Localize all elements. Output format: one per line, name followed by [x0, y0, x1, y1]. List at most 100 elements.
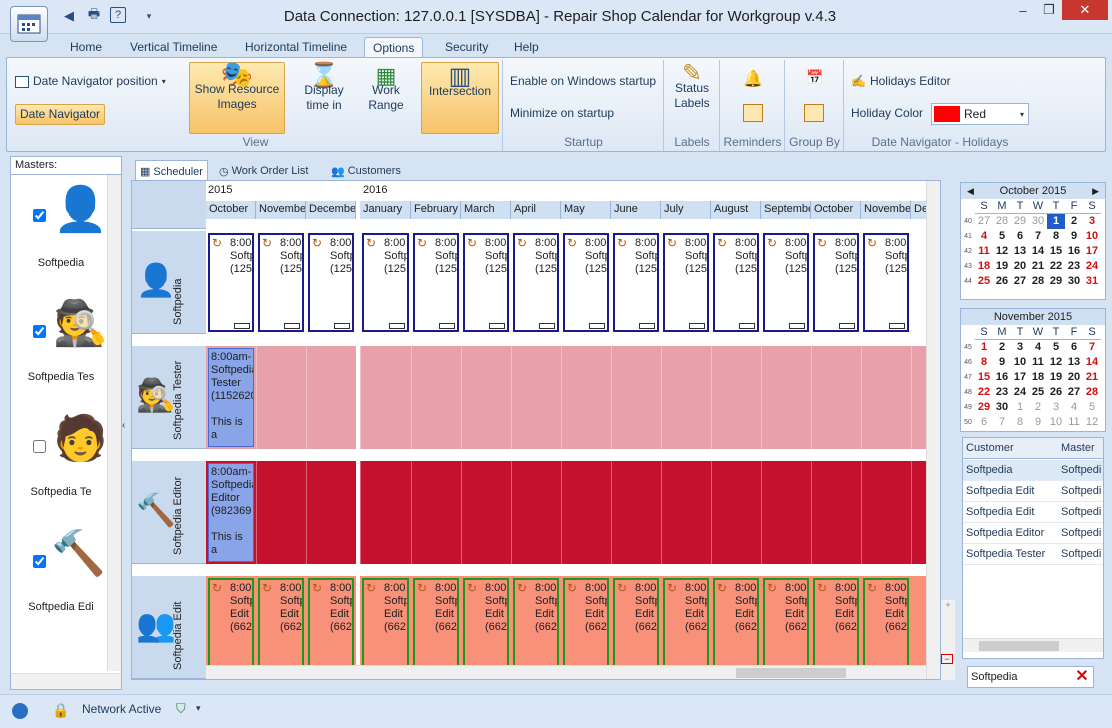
- table-row[interactable]: Softpedia Edit Softpedi: [963, 502, 1103, 523]
- calendar-day[interactable]: 15: [1047, 244, 1065, 259]
- column-header-master[interactable]: Master: [1061, 442, 1095, 454]
- calendar-day[interactable]: 11: [1065, 415, 1083, 430]
- more-icon[interactable]: [789, 323, 805, 329]
- calendar-day[interactable]: 4: [975, 229, 993, 244]
- calendar-day[interactable]: 20: [1011, 259, 1029, 274]
- appointment[interactable]: ↻ 8:00 Softp Edit (662: [258, 578, 304, 677]
- resource-header[interactable]: 🕵 Softpedia Tester: [132, 346, 206, 449]
- appointment[interactable]: ↻ 8:00 Softp Edit (662: [813, 578, 859, 677]
- master-checkbox[interactable]: [33, 555, 46, 568]
- scheduler-vscrollbar[interactable]: [926, 181, 940, 679]
- master-item[interactable]: 👤 Softpedia: [11, 179, 111, 294]
- calendar-day[interactable]: 1: [975, 340, 993, 355]
- minimize-button[interactable]: –: [1010, 0, 1036, 20]
- calendar-day[interactable]: 4: [1065, 400, 1083, 415]
- calendar-day[interactable]: 24: [1083, 259, 1101, 274]
- appointment[interactable]: ↻ 8:00 Softp Edit (662: [563, 578, 609, 677]
- calendar-day[interactable]: 7: [1029, 229, 1047, 244]
- appointment[interactable]: ↻ 8:00 Softp (125: [813, 233, 859, 332]
- table-row[interactable]: Softpedia Editor Softpedi: [963, 523, 1103, 544]
- master-item[interactable]: 🕵 Softpedia Tes: [11, 297, 111, 412]
- master-item[interactable]: 🔨 Softpedia Edi: [11, 525, 111, 640]
- calendar-day[interactable]: 4: [1029, 340, 1047, 355]
- calendar-day[interactable]: 9: [1029, 415, 1047, 430]
- appointment[interactable]: ↻ 8:00 Softp (125: [463, 233, 509, 332]
- master-item[interactable]: 🧑 Softpedia Te: [11, 412, 111, 527]
- calendar-day[interactable]: 12: [993, 244, 1011, 259]
- calendar-day[interactable]: 24: [1011, 385, 1029, 400]
- appointment[interactable]: ↻ 8:00 Softp (125: [713, 233, 759, 332]
- zoom-out-icon[interactable]: −: [941, 654, 953, 664]
- calendar-day[interactable]: 6: [975, 415, 993, 430]
- resource-header[interactable]: 👥 Softpedia Edit: [132, 576, 206, 679]
- resource-header[interactable]: 🔨 Softpedia Editor: [132, 461, 206, 564]
- more-icon[interactable]: [439, 323, 455, 329]
- calendar-day[interactable]: 20: [1065, 370, 1083, 385]
- calendar-day-icon[interactable]: 📅: [806, 70, 823, 85]
- bell-icon[interactable]: 🔔: [743, 72, 763, 88]
- customize-qat-icon[interactable]: ▾: [140, 7, 158, 25]
- customer-grid[interactable]: Customer Master Softpedia Softpedi Softped…: [962, 437, 1104, 659]
- calendar-day[interactable]: 8: [1047, 229, 1065, 244]
- customer-hscrollbar[interactable]: [963, 638, 1103, 652]
- more-icon[interactable]: [739, 323, 755, 329]
- close-button[interactable]: ✕: [1062, 0, 1108, 20]
- calendar-day[interactable]: 11: [1029, 355, 1047, 370]
- appointment[interactable]: ↻ 8:00 Softp Edit (662: [863, 578, 909, 677]
- more-icon[interactable]: [284, 323, 300, 329]
- appointment[interactable]: ↻ 8:00 Softp Edit (662: [663, 578, 709, 677]
- calendar-day[interactable]: 11: [975, 244, 993, 259]
- calendar-day[interactable]: 6: [1011, 229, 1029, 244]
- calendar-day[interactable]: 28: [993, 214, 1011, 229]
- table-row[interactable]: Softpedia Edit Softpedi: [963, 481, 1103, 502]
- calendar-day[interactable]: 22: [975, 385, 993, 400]
- calendar-october[interactable]: ◀ October 2015 ▶ S M T W T F S 40 27 28 29 30 1 2 3 41 4…: [960, 182, 1106, 300]
- calendar-day[interactable]: 30: [993, 400, 1011, 415]
- appointment[interactable]: ↻ 8:00 Softp (125: [413, 233, 459, 332]
- appointment[interactable]: ↻ 8:00 Softp (125: [208, 233, 254, 332]
- calendar-day[interactable]: 31: [1083, 274, 1101, 289]
- calendar-day[interactable]: 23: [993, 385, 1011, 400]
- more-icon[interactable]: [639, 323, 655, 329]
- masters-scrollbar[interactable]: [107, 175, 121, 671]
- calendar-day[interactable]: 27: [975, 214, 993, 229]
- maximize-button[interactable]: ❐: [1036, 0, 1062, 20]
- appointment[interactable]: ↻ 8:00 Softp (125: [863, 233, 909, 332]
- calendar-day[interactable]: 9: [993, 355, 1011, 370]
- more-icon[interactable]: [539, 323, 555, 329]
- calendar-day[interactable]: 26: [1047, 385, 1065, 400]
- calendar-day[interactable]: 19: [993, 259, 1011, 274]
- filter-input[interactable]: Softpedia ✕: [967, 666, 1094, 688]
- appointment[interactable]: ↻ 8:00 Softp (125: [513, 233, 559, 332]
- table-row[interactable]: Softpedia Softpedi: [963, 460, 1103, 481]
- clear-filter-icon[interactable]: ✕: [1073, 668, 1091, 686]
- calendar-day[interactable]: 29: [975, 400, 993, 415]
- print-icon[interactable]: 🖶: [85, 6, 103, 25]
- calendar-day[interactable]: 9: [1065, 229, 1083, 244]
- calendar-day[interactable]: 25: [1029, 385, 1047, 400]
- calendar-november[interactable]: November 2015 S M T W T F S 45 1 2 3 4 5 6 7 46 8 9 10 11 12…: [960, 308, 1106, 432]
- prev-month-icon[interactable]: ◀: [967, 183, 974, 199]
- back-icon[interactable]: ◀: [60, 7, 78, 25]
- calendar-day[interactable]: 15: [975, 370, 993, 385]
- calendar-day[interactable]: 7: [993, 415, 1011, 430]
- appointment[interactable]: 8:00am- Softpedia Editor (982369 This is a: [208, 463, 254, 562]
- appointment[interactable]: ↻ 8:00 Softp Edit (662: [413, 578, 459, 677]
- calendar-day[interactable]: 8: [975, 355, 993, 370]
- group-resources-icon[interactable]: [804, 104, 824, 122]
- calendar-day[interactable]: 6: [1065, 340, 1083, 355]
- more-icon[interactable]: [489, 323, 505, 329]
- calendar-day[interactable]: 22: [1047, 259, 1065, 274]
- appointment[interactable]: ↻ 8:00 Softp Edit (662: [613, 578, 659, 677]
- calendar-day[interactable]: 12: [1083, 415, 1101, 430]
- next-month-icon[interactable]: ▶: [1092, 183, 1099, 199]
- calendar-day[interactable]: 13: [1065, 355, 1083, 370]
- calendar-day[interactable]: 23: [1065, 259, 1083, 274]
- calendar-day[interactable]: 28: [1029, 274, 1047, 289]
- chevron-down-icon[interactable]: ▾: [196, 703, 201, 714]
- holidays-editor-button[interactable]: ✍ Holidays Editor: [851, 74, 951, 89]
- calendar-day[interactable]: 25: [975, 274, 993, 289]
- calendar-day[interactable]: 1: [1047, 214, 1065, 229]
- scheduler-hscrollbar[interactable]: [206, 665, 926, 679]
- more-icon[interactable]: [689, 323, 705, 329]
